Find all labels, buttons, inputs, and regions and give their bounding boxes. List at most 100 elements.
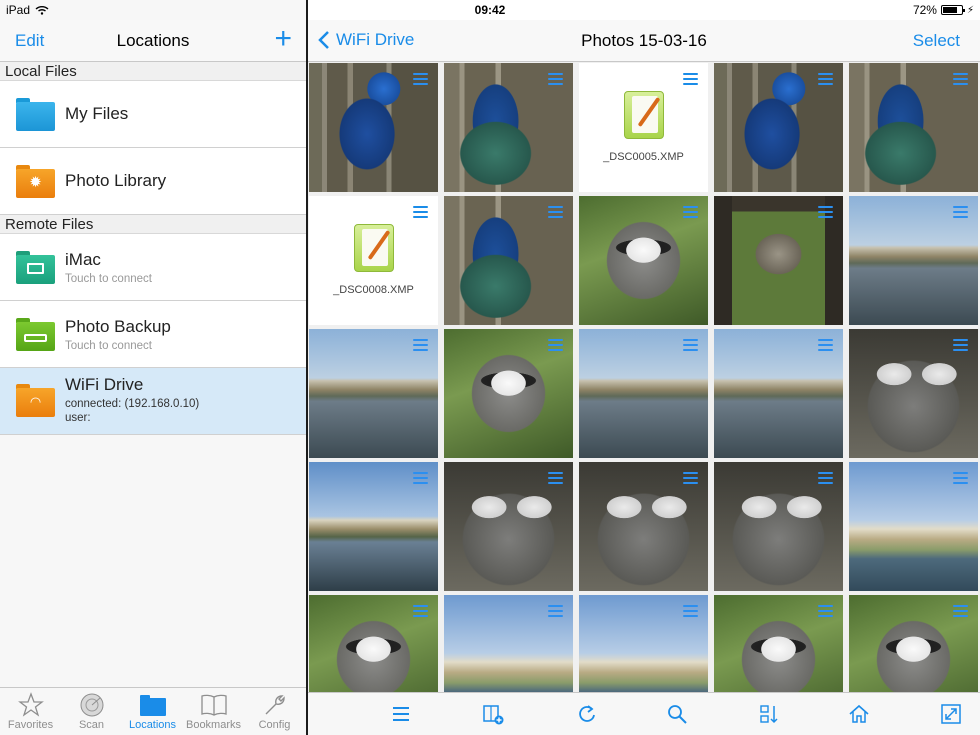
expand-icon[interactable] [940,703,962,725]
item-menu-icon[interactable] [548,73,563,86]
photo-thumbnail[interactable] [444,329,573,458]
search-icon[interactable] [666,703,688,725]
tab-scan[interactable]: Scan [61,688,122,735]
item-menu-icon[interactable] [953,206,968,219]
tab-bar: Favorites Scan Locations Bookmarks Confi… [0,687,306,735]
item-menu-icon[interactable] [953,605,968,618]
item-menu-icon[interactable] [818,605,833,618]
xmp-file[interactable]: _DSC0005.XMP [579,63,708,192]
browser-toolbar [308,692,980,735]
new-folder-icon[interactable] [482,703,504,725]
refresh-icon[interactable] [576,703,598,725]
item-menu-icon[interactable] [413,73,428,86]
charging-icon: ⚡ [966,4,974,16]
photo-thumbnail[interactable] [579,462,708,591]
photo-library-icon: ✹ [16,165,55,198]
item-menu-icon[interactable] [818,339,833,352]
drive-folder-icon [16,318,55,351]
item-menu-icon[interactable] [683,73,698,86]
wrench-icon [265,695,285,715]
item-menu-icon[interactable] [413,206,428,219]
item-menu-icon[interactable] [683,605,698,618]
battery-icon [940,5,965,15]
item-menu-icon[interactable] [818,73,833,86]
photo-thumbnail[interactable] [309,595,438,692]
tab-label: Scan [78,719,105,731]
location-title: WiFi Drive [65,375,144,394]
location-title: iMac [65,250,101,269]
item-menu-icon[interactable] [953,73,968,86]
photo-thumbnail[interactable] [849,196,978,325]
photo-thumbnail[interactable] [309,329,438,458]
tab-label: Favorites [7,719,54,731]
tab-bookmarks[interactable]: Bookmarks [183,688,244,735]
clock: 09:42 [474,3,506,17]
connection-address: connected: (192.168.0.10) [65,398,200,410]
connection-user: user: [65,412,91,424]
photo-thumbnail[interactable] [714,595,843,692]
photo-thumbnail[interactable] [579,595,708,692]
battery-percent: 72% [912,3,937,17]
photo-thumbnail[interactable] [849,595,978,692]
photo-thumbnail[interactable] [849,329,978,458]
location-photo-backup[interactable]: Photo Backup Touch to connect [0,301,306,368]
tab-locations[interactable]: Locations [122,688,183,735]
folder-icon [139,695,166,716]
tab-label: Bookmarks [185,719,242,731]
item-menu-icon[interactable] [413,472,428,485]
item-menu-icon[interactable] [683,472,698,485]
select-button[interactable]: Select [913,31,960,51]
item-menu-icon[interactable] [548,472,563,485]
photo-thumbnail[interactable] [849,462,978,591]
photo-thumbnail[interactable] [309,462,438,591]
locations-nav-bar: Edit Locations + [0,20,306,62]
photo-thumbnail[interactable] [714,329,843,458]
photo-thumbnail[interactable] [444,462,573,591]
tab-favorites[interactable]: Favorites [0,688,61,735]
add-location-button[interactable]: + [274,24,292,54]
item-menu-icon[interactable] [953,339,968,352]
photo-thumbnail[interactable] [849,63,978,192]
photo-thumbnail[interactable] [579,196,708,325]
item-menu-icon[interactable] [548,605,563,618]
photo-thumbnail[interactable] [579,329,708,458]
photo-thumbnail[interactable] [309,63,438,192]
home-icon[interactable] [848,703,870,725]
locations-title: Locations [116,31,190,50]
photo-thumbnail[interactable] [714,63,843,192]
item-menu-icon[interactable] [548,206,563,219]
item-menu-icon[interactable] [818,206,833,219]
photo-grid: _DSC0005.XMP _DSC0008.XMP [308,62,980,692]
item-menu-icon[interactable] [953,472,968,485]
item-menu-icon[interactable] [683,339,698,352]
photo-thumbnail[interactable] [444,63,573,192]
folder-title: Photos 15-03-16 [581,31,707,50]
folder-icon [16,98,55,131]
tab-config[interactable]: Config [244,688,305,735]
wifi-folder-icon: ◠ [16,384,55,417]
location-imac[interactable]: iMac Touch to connect [0,234,306,301]
book-icon [200,694,227,716]
location-my-files[interactable]: My Files [0,81,306,148]
xmp-file[interactable]: _DSC0008.XMP [309,196,438,325]
photo-thumbnail[interactable] [444,595,573,692]
item-menu-icon[interactable] [818,472,833,485]
location-photo-library[interactable]: ✹ Photo Library [0,148,306,215]
item-menu-icon[interactable] [683,206,698,219]
photo-thumbnail[interactable] [444,196,573,325]
location-subtitle: Touch to connect [65,273,152,285]
item-menu-icon[interactable] [413,339,428,352]
status-right: 72% ⚡ [913,3,974,17]
item-menu-icon[interactable] [413,605,428,618]
menu-icon[interactable] [390,703,412,725]
sort-icon[interactable] [758,703,780,725]
photo-thumbnail[interactable] [714,462,843,591]
item-menu-icon[interactable] [548,339,563,352]
section-remote-files: Remote Files [0,215,306,234]
photo-thumbnail[interactable] [714,196,843,325]
location-title: My Files [65,104,129,123]
location-wifi-drive[interactable]: ◠ WiFi Drive connected: (192.168.0.10) u… [0,368,306,435]
file-name: _DSC0005.XMP [603,151,684,163]
tab-label: Locations [128,719,177,731]
radar-icon [80,693,103,717]
